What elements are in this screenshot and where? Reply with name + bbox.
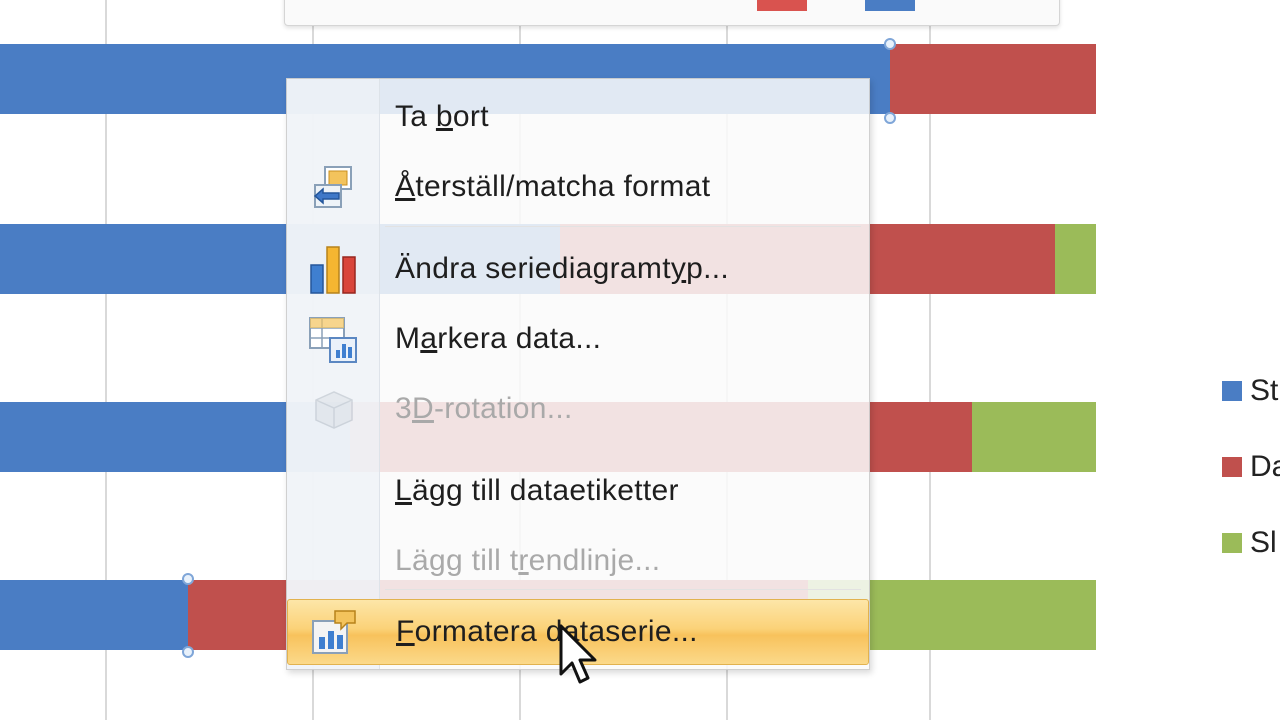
mouse-cursor-icon bbox=[559, 624, 597, 684]
selection-handle[interactable] bbox=[182, 646, 194, 658]
menu-item-delete[interactable]: Ta bort bbox=[287, 84, 869, 150]
menu-item-label: Formatera dataserie... bbox=[396, 615, 698, 648]
menu-item-label: 3D-rotation... bbox=[395, 392, 573, 425]
menu-item-label: Markera data... bbox=[395, 322, 602, 355]
menu-item-label: Ändra seriediagramtyp... bbox=[395, 252, 730, 285]
legend-item[interactable]: Sl bbox=[1222, 526, 1277, 559]
select-data-icon bbox=[287, 306, 379, 372]
menu-item-add-data-labels[interactable]: Lägg till dataetiketter bbox=[287, 458, 869, 524]
menu-item-change-chart-type[interactable]: Ändra seriediagramtyp... bbox=[287, 236, 869, 302]
legend-swatch bbox=[1222, 533, 1242, 553]
mini-toolbar bbox=[284, 0, 1060, 26]
context-menu: Ta bort Återställ/matcha format Ändra se… bbox=[286, 78, 870, 670]
selection-handle[interactable] bbox=[182, 573, 194, 585]
icon-slot bbox=[287, 528, 379, 594]
bar-series-3[interactable] bbox=[1055, 224, 1096, 294]
selection-handle[interactable] bbox=[884, 38, 896, 50]
legend-swatch bbox=[1222, 381, 1242, 401]
icon-slot bbox=[287, 84, 379, 150]
3d-rotation-icon bbox=[287, 376, 379, 442]
menu-item-label: Återställ/matcha format bbox=[395, 170, 711, 203]
menu-item-label: Lägg till dataetiketter bbox=[395, 474, 679, 507]
menu-item-3d-rotation: 3D-rotation... bbox=[287, 376, 869, 442]
menu-separator bbox=[385, 589, 861, 590]
icon-slot bbox=[287, 458, 379, 524]
menu-item-add-trendline: Lägg till trendlinje... bbox=[287, 528, 869, 594]
bar-chart-icon bbox=[287, 236, 379, 302]
legend-label: Da bbox=[1250, 450, 1280, 483]
selection-handle[interactable] bbox=[884, 112, 896, 124]
legend-item[interactable]: Da bbox=[1222, 450, 1280, 483]
menu-item-label: Lägg till trendlinje... bbox=[395, 544, 661, 577]
fill-color-swatch[interactable] bbox=[757, 0, 807, 11]
menu-separator bbox=[385, 226, 861, 227]
bar-series-1[interactable] bbox=[0, 580, 188, 650]
legend-item[interactable]: St bbox=[1222, 374, 1279, 407]
menu-item-reset-format[interactable]: Återställ/matcha format bbox=[287, 154, 869, 220]
outline-color-swatch[interactable] bbox=[865, 0, 915, 11]
bar-series-2[interactable] bbox=[890, 44, 1096, 114]
legend-swatch bbox=[1222, 457, 1242, 477]
format-series-icon bbox=[288, 599, 380, 665]
legend-label: St bbox=[1250, 374, 1279, 407]
bar-series-3[interactable] bbox=[972, 402, 1096, 472]
legend-label: Sl bbox=[1250, 526, 1277, 559]
menu-item-label: Ta bort bbox=[395, 100, 489, 133]
menu-item-select-data[interactable]: Markera data... bbox=[287, 306, 869, 372]
reset-format-icon bbox=[287, 154, 379, 220]
